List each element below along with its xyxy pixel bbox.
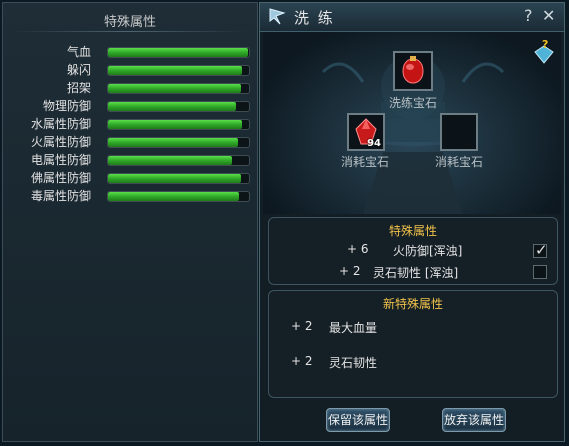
close-button[interactable]: ✕ <box>542 6 555 25</box>
refine-gem-label: 洗练宝石 <box>389 96 438 110</box>
keep-attr-checkbox-2[interactable] <box>533 265 547 279</box>
stat-bar-fill <box>108 192 240 201</box>
stat-bar <box>107 173 250 184</box>
panel-title: 特殊属性 <box>103 15 156 30</box>
special-attributes-box: 特殊属性 + 6 火防御[浑浊] ✓ + 2 灵石韧性 [浑浊] <box>268 217 558 285</box>
stat-bar <box>107 83 250 94</box>
stat-row-parry: 招架 <box>3 79 259 97</box>
stat-bar-fill <box>108 138 238 147</box>
stat-label: 气血 <box>66 45 91 59</box>
stat-label: 物理防御 <box>42 99 91 113</box>
stat-bar-fill <box>108 66 242 75</box>
consume-gem-label-1: 消耗宝石 <box>341 155 390 169</box>
stat-bar <box>107 119 250 130</box>
stat-row-electric-defense: 电属性防御 <box>3 151 259 169</box>
stat-bar <box>107 191 250 202</box>
box-title: 新特殊属性 <box>382 297 443 311</box>
dialog-title: 洗 练 <box>294 9 335 27</box>
attr-value: + 6 <box>347 242 369 256</box>
refine-dialog: 洗 练 ? ✕ ? 洗练宝石 94 消耗宝石 消耗宝石 特殊属性 + 6 火防御… <box>259 2 565 442</box>
refine-gem-slot[interactable] <box>393 51 433 91</box>
discard-attribute-button[interactable]: 放弃该属性 <box>442 408 506 432</box>
stat-bar-fill <box>108 174 241 183</box>
new-special-attributes-box: 新特殊属性 + 2 最大血量 + 2 灵石韧性 <box>268 290 558 398</box>
stat-row-poison-defense: 毒属性防御 <box>3 187 259 205</box>
svg-text:?: ? <box>542 38 548 51</box>
stat-label: 火属性防御 <box>30 135 91 149</box>
stat-row-dodge: 躲闪 <box>3 61 259 79</box>
stat-bar <box>107 47 250 58</box>
help-gem-icon[interactable]: ? <box>533 38 555 64</box>
attr-value: + 2 <box>291 319 313 333</box>
stat-row-fire-defense: 火属性防御 <box>3 133 259 151</box>
keep-attr-checkbox-1[interactable]: ✓ <box>533 241 548 259</box>
stat-bar-fill <box>108 156 233 165</box>
stat-bar <box>107 65 250 76</box>
attr-value: + 2 <box>339 264 361 278</box>
stat-bar-fill <box>108 120 242 129</box>
refine-scene: ? 洗练宝石 94 消耗宝石 消耗宝石 <box>263 32 561 214</box>
attr-name: 最大血量 <box>329 321 378 335</box>
stat-label: 水属性防御 <box>30 117 91 131</box>
stat-label: 电属性防御 <box>30 153 91 167</box>
attr-name: 灵石韧性 <box>329 356 378 370</box>
stat-bar-fill <box>108 48 248 57</box>
stat-row-physical-defense: 物理防御 <box>3 97 259 115</box>
dialog-header[interactable]: 洗 练 ? ✕ <box>260 3 564 32</box>
stat-row-hp: 气血 <box>3 43 259 61</box>
box-title: 特殊属性 <box>388 224 437 238</box>
stat-bar <box>107 155 250 166</box>
attr-name: 灵石韧性 [浑浊] <box>373 266 459 280</box>
special-attributes-panel: 特殊属性 气血 躲闪 招架 物理防御 水属性防御 火属性防御 电属性防御 佛属性… <box>2 2 258 442</box>
consume-gem-slot-1[interactable]: 94 <box>347 113 385 151</box>
help-button[interactable]: ? <box>524 6 533 25</box>
red-gem-icon <box>402 56 424 84</box>
attr-name: 火防御[浑浊] <box>393 244 463 258</box>
refine-flag-icon <box>269 8 286 25</box>
stat-bar <box>107 137 250 148</box>
stat-row-buddha-defense: 佛属性防御 <box>3 169 259 187</box>
stat-row-water-defense: 水属性防御 <box>3 115 259 133</box>
checkmark-icon: ✓ <box>535 241 548 259</box>
title-divider <box>13 31 247 32</box>
attr-value: + 2 <box>291 354 313 368</box>
stat-bar-fill <box>108 84 241 93</box>
stat-label: 招架 <box>66 81 91 95</box>
stat-label: 躲闪 <box>66 63 91 77</box>
stat-label: 毒属性防御 <box>30 189 91 203</box>
keep-attribute-button[interactable]: 保留该属性 <box>326 408 390 432</box>
gem-count: 94 <box>367 138 381 149</box>
stat-label: 佛属性防御 <box>30 171 91 185</box>
consume-gem-label-2: 消耗宝石 <box>435 155 484 169</box>
consume-gem-slot-2[interactable] <box>440 113 478 151</box>
stat-bar-fill <box>108 102 237 111</box>
stat-bar <box>107 101 250 112</box>
